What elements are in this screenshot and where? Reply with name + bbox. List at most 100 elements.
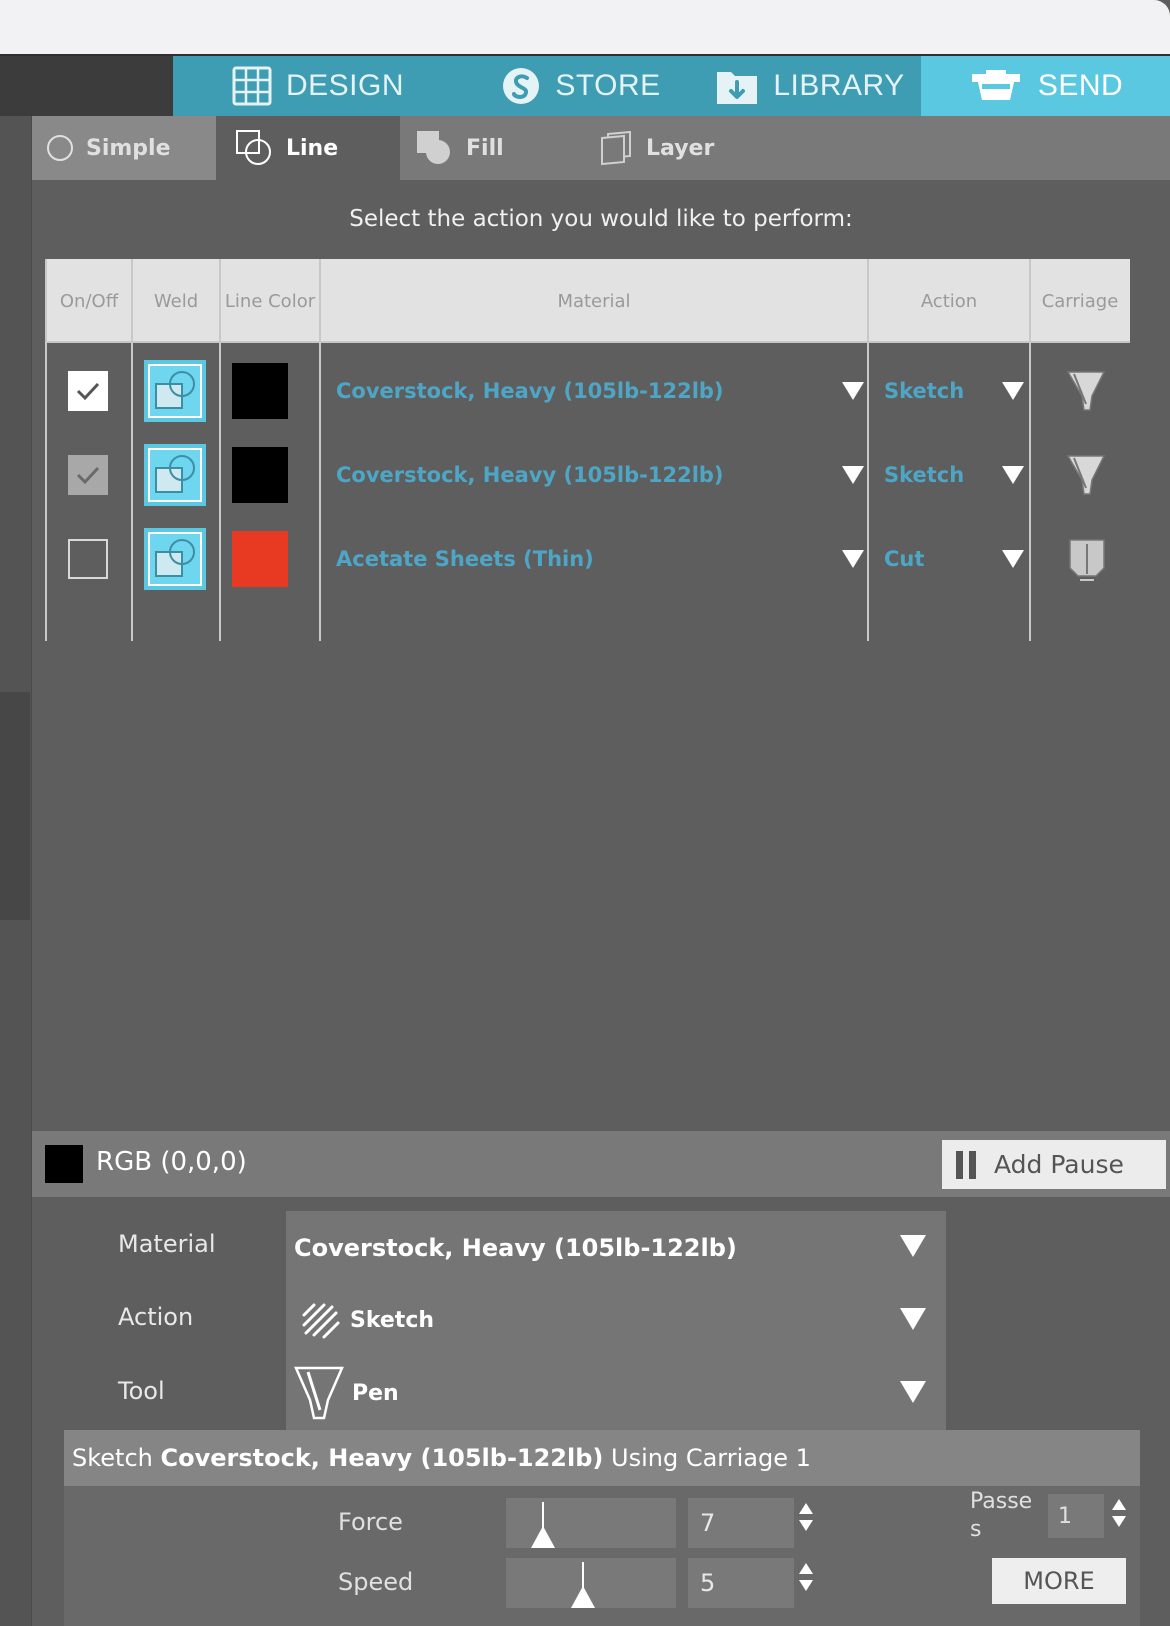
material-value: Coverstock, Heavy (105lb-122lb)	[336, 463, 724, 487]
dropdown-arrow-icon	[900, 1308, 926, 1330]
scrollbar-thumb[interactable]	[0, 692, 30, 920]
action-dropdown[interactable]: Sketch	[884, 349, 1024, 433]
tab-line[interactable]: Line	[216, 116, 400, 180]
line-shapes-icon	[236, 130, 271, 165]
material-dropdown[interactable]: Coverstock, Heavy (105lb-122lb)	[336, 349, 864, 433]
table-row: Coverstock, Heavy (105lb-122lb) Sketch	[46, 433, 1130, 517]
dropdown-arrow-icon	[1002, 550, 1024, 568]
weld-shapes-icon	[155, 539, 195, 577]
material-dropdown[interactable]: Coverstock, Heavy (105lb-122lb)	[336, 433, 864, 517]
dropdown-arrow-icon	[900, 1235, 926, 1257]
nav-tab-label: DESIGN	[285, 69, 405, 102]
blade-tool-icon	[1069, 539, 1105, 581]
material-value: Acetate Sheets (Thin)	[336, 547, 594, 571]
selected-color-bar: RGB (0,0,0) Add Pause	[32, 1131, 1170, 1197]
add-pause-label: Add Pause	[994, 1150, 1124, 1179]
speed-slider-handle[interactable]	[571, 1586, 595, 1608]
tab-simple[interactable]: Simple	[32, 116, 216, 180]
decrement-arrow-icon	[799, 1520, 813, 1531]
passes-label: Passe s	[970, 1489, 1033, 1542]
summary-suffix: Using Carriage 1	[603, 1444, 811, 1472]
nav-tab-design[interactable]: DESIGN	[173, 56, 463, 116]
increment-arrow-icon	[799, 1563, 813, 1574]
material-dropdown[interactable]: Acetate Sheets (Thin)	[336, 517, 864, 601]
force-slider-handle[interactable]	[531, 1526, 555, 1548]
material-label: Material	[118, 1230, 216, 1258]
force-input[interactable]: 7	[688, 1498, 794, 1548]
weld-toggle[interactable]	[144, 528, 206, 590]
nav-tab-label: LIBRARY	[773, 69, 905, 102]
fill-shapes-icon	[417, 131, 450, 164]
line-color-swatch	[232, 363, 288, 419]
force-slider[interactable]	[506, 1498, 676, 1548]
tool-select-value: Pen	[352, 1381, 399, 1406]
passes-input[interactable]: 1	[1048, 1494, 1104, 1538]
radio-circle-icon	[47, 135, 73, 161]
tab-layer[interactable]: Layer	[584, 116, 784, 180]
pause-icon	[956, 1150, 976, 1179]
decrement-arrow-icon	[1112, 1516, 1126, 1527]
instruction-text: Select the action you would like to perf…	[349, 206, 853, 232]
pen-tool-icon	[294, 1366, 344, 1419]
action-dropdown[interactable]: Cut	[884, 517, 1024, 601]
dropdown-arrow-icon	[1002, 382, 1024, 400]
table-header: On/Off Weld Line Color Material Action C…	[46, 259, 1130, 343]
row-on-off-checkbox[interactable]	[68, 455, 108, 495]
summary-prefix: Sketch	[72, 1444, 161, 1472]
passes-stepper[interactable]	[1110, 1496, 1128, 1540]
header-carriage: Carriage	[1041, 290, 1119, 312]
more-button[interactable]: MORE	[992, 1558, 1126, 1604]
sketch-settings-panel: Sketch Coverstock, Heavy (105lb-122lb) U…	[64, 1430, 1140, 1626]
sketch-summary-header: Sketch Coverstock, Heavy (105lb-122lb) U…	[64, 1430, 1140, 1486]
weld-shapes-icon	[155, 455, 195, 493]
row-on-off-checkbox[interactable]	[68, 539, 108, 579]
action-select-value: Sketch	[350, 1308, 435, 1333]
speed-label: Speed	[338, 1568, 414, 1596]
grid-icon	[232, 66, 272, 106]
checkmark-icon	[76, 466, 100, 485]
checkmark-icon	[76, 382, 100, 401]
weld-toggle[interactable]	[144, 360, 206, 422]
tab-fill[interactable]: Fill	[400, 116, 584, 180]
header-line-color: Line Color	[224, 290, 316, 312]
force-stepper[interactable]	[797, 1500, 815, 1544]
add-pause-button[interactable]: Add Pause	[942, 1140, 1166, 1189]
speed-slider[interactable]	[506, 1558, 676, 1608]
tool-select[interactable]: Pen	[286, 1357, 946, 1430]
selected-color-swatch	[45, 1145, 83, 1183]
action-value: Sketch	[884, 379, 965, 403]
action-select[interactable]: Sketch	[286, 1284, 946, 1357]
dropdown-arrow-icon	[1002, 466, 1024, 484]
window-title-bar	[0, 0, 1170, 56]
speed-stepper[interactable]	[797, 1560, 815, 1604]
send-mode-tabs: Simple Line Fill Layer	[32, 116, 1170, 180]
line-color-swatch	[232, 531, 288, 587]
layer-pages-icon	[601, 130, 631, 166]
dropdown-arrow-icon	[900, 1381, 926, 1403]
row-on-off-checkbox[interactable]	[68, 371, 108, 411]
tab-label: Fill	[466, 135, 504, 161]
nav-tab-send[interactable]: SEND	[921, 56, 1170, 116]
table-row: Coverstock, Heavy (105lb-122lb) Sketch	[46, 349, 1130, 433]
force-label: Force	[338, 1508, 403, 1536]
table-row: Acetate Sheets (Thin) Cut	[46, 517, 1130, 601]
weld-toggle[interactable]	[144, 444, 206, 506]
action-dropdown[interactable]: Sketch	[884, 433, 1024, 517]
speed-input[interactable]: 5	[688, 1558, 794, 1608]
nav-tab-store[interactable]: STORE	[463, 56, 699, 116]
nav-tab-library[interactable]: LIBRARY	[699, 56, 921, 116]
library-download-icon	[717, 72, 758, 104]
material-select-value: Coverstock, Heavy (105lb-122lb)	[294, 1233, 737, 1262]
action-label: Action	[118, 1303, 194, 1331]
tab-label: Layer	[646, 135, 715, 161]
increment-arrow-icon	[799, 1503, 813, 1514]
top-navigation: DESIGN STORE LIBRARY SEND	[0, 56, 1170, 116]
header-weld: Weld	[153, 290, 199, 312]
nav-tab-label: SEND	[1037, 69, 1124, 102]
tool-label: Tool	[118, 1377, 165, 1405]
material-select[interactable]: Coverstock, Heavy (105lb-122lb)	[286, 1211, 946, 1284]
nav-tab-label: STORE	[555, 69, 661, 102]
decrement-arrow-icon	[799, 1580, 813, 1591]
line-actions-table: On/Off Weld Line Color Material Action C…	[45, 259, 1130, 641]
left-scroll-strip[interactable]	[0, 116, 32, 1626]
